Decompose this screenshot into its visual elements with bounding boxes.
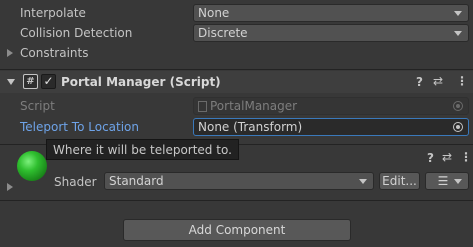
component-title: Portal Manager (Script): [61, 75, 221, 89]
constraints-label[interactable]: Constraints: [20, 46, 88, 60]
presets-icon[interactable]: ⇄: [433, 74, 443, 88]
material-preview-sphere: [17, 151, 47, 181]
foldout-arrow-icon[interactable]: [7, 79, 15, 85]
add-component-button[interactable]: Add Component: [123, 219, 351, 241]
interpolate-value: None: [198, 6, 230, 20]
component-separator: [0, 200, 473, 201]
edit-shader-button[interactable]: Edit...: [379, 172, 420, 190]
shader-label: Shader: [54, 175, 97, 189]
component-enabled-checkbox[interactable]: ✓: [41, 74, 56, 89]
edit-button-label: Edit...: [382, 174, 417, 188]
script-field: PortalManager: [193, 97, 469, 115]
interpolate-row: Interpolate None: [0, 3, 473, 23]
tooltip-text: Where it will be teleported to.: [53, 142, 232, 157]
object-picker-icon[interactable]: [453, 122, 463, 132]
teleport-value: None (Transform): [198, 120, 303, 134]
help-icon[interactable]: ?: [416, 75, 423, 89]
script-label: Script: [20, 99, 55, 113]
chevron-down-icon: [454, 31, 462, 36]
chevron-down-icon: [359, 179, 367, 184]
teleport-object-field[interactable]: None (Transform): [193, 118, 469, 136]
script-value: PortalManager: [210, 99, 298, 113]
collision-detection-row: Collision Detection Discrete: [0, 23, 473, 43]
list-icon: ☰: [437, 174, 449, 188]
teleport-row: Teleport To Location None (Transform): [0, 117, 473, 137]
tooltip: Where it will be teleported to.: [46, 139, 239, 160]
shader-dropdown[interactable]: Standard: [104, 172, 374, 190]
script-icon: #: [23, 74, 38, 89]
foldout-arrow-icon[interactable]: [7, 183, 13, 191]
interpolate-label: Interpolate: [20, 6, 86, 20]
component-separator: [0, 69, 473, 70]
chevron-down-icon: [454, 179, 462, 184]
interpolate-dropdown[interactable]: None: [193, 4, 469, 22]
collision-detection-value: Discrete: [198, 26, 248, 40]
shader-options-button[interactable]: ☰: [425, 172, 469, 190]
shader-value: Standard: [109, 174, 164, 188]
chevron-down-icon: [454, 11, 462, 16]
teleport-label: Teleport To Location: [20, 120, 140, 134]
file-icon: [198, 100, 207, 112]
collision-detection-dropdown[interactable]: Discrete: [193, 24, 469, 42]
collision-detection-label: Collision Detection: [20, 26, 133, 40]
help-icon[interactable]: ?: [427, 151, 434, 165]
script-row: Script PortalManager: [0, 96, 473, 116]
kebab-menu-icon[interactable]: ⋮: [456, 74, 468, 88]
presets-icon[interactable]: ⇄: [442, 150, 452, 164]
object-picker-icon: [453, 101, 463, 111]
foldout-arrow-icon[interactable]: [7, 49, 13, 57]
constraints-row[interactable]: Constraints: [0, 43, 473, 63]
add-component-label: Add Component: [188, 223, 286, 237]
kebab-menu-icon[interactable]: ⋮: [460, 150, 472, 164]
